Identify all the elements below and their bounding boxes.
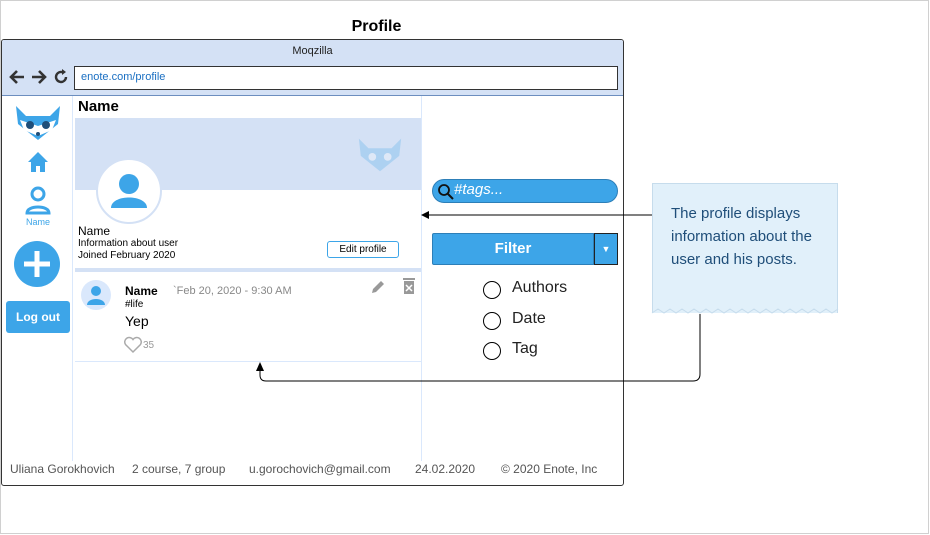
add-post-button[interactable] [14,241,60,287]
annotation-note-text: The profile displays information about t… [671,205,812,268]
browser-titlebar: Moqzilla enote.com/profile [2,40,623,96]
profile-name: Name [78,224,111,238]
profile-icon[interactable] [25,186,51,216]
profile-heading: Name [78,98,119,115]
footer-copyright: © 2020 Enote, Inc [501,462,598,476]
post-tag[interactable]: #life [125,299,143,310]
radio-date[interactable] [483,312,501,330]
user-icon [111,174,147,208]
raccoon-logo-icon[interactable] [12,102,64,142]
post-avatar[interactable] [81,280,111,310]
radio-authors-label: Authors [512,279,568,296]
heart-icon[interactable] [123,336,143,354]
profile-nav-label: Name [25,217,50,227]
filter-button[interactable]: Filter [432,233,594,265]
footer-author: Uliana Gorokhovich [10,462,115,476]
footer-email: u.gorochovich@gmail.com [249,462,391,476]
post-date: `Feb 20, 2020 - 9:30 AM [173,285,292,297]
pencil-icon[interactable] [369,278,387,296]
arrow-right-icon[interactable] [30,67,48,87]
radio-tag-label: Tag [512,340,538,357]
url-bar[interactable]: enote.com/profile [74,66,618,90]
divider [75,268,421,272]
trash-icon[interactable] [401,277,417,295]
edit-profile-button[interactable]: Edit profile [327,241,399,258]
search-placeholder: #tags... [454,181,504,198]
home-icon[interactable] [26,150,50,174]
sidebar: Name Log out [2,96,72,485]
post-author: Name [125,284,158,298]
footer-course: 2 course, 7 group [132,462,226,476]
radio-date-label: Date [512,310,546,327]
window-title: Moqzilla [292,45,333,57]
profile-joined: Joined February 2020 [78,250,176,261]
profile-avatar[interactable] [96,158,162,224]
plus-icon [24,251,50,277]
post-card: Name `Feb 20, 2020 - 9:30 AM #life Yep 3… [75,274,421,362]
like-count: 35 [143,340,155,351]
logout-button[interactable]: Log out [6,301,70,333]
reload-icon[interactable] [52,67,70,87]
search-icon [437,183,455,201]
footer-date: 24.02.2020 [415,462,476,476]
profile-info: Information about user [78,238,179,249]
chevron-down-icon: ▼ [601,244,611,254]
raccoon-watermark-icon [355,134,405,174]
profile-panel: Name Name Information about user Joined … [72,96,422,461]
filter-dropdown[interactable]: ▼ [594,233,618,265]
radio-authors[interactable] [483,281,501,299]
page-title: Profile [351,18,402,35]
post-text: Yep [125,313,149,329]
radio-tag[interactable] [483,342,501,360]
user-icon [87,286,105,305]
arrow-left-icon[interactable] [8,67,26,87]
